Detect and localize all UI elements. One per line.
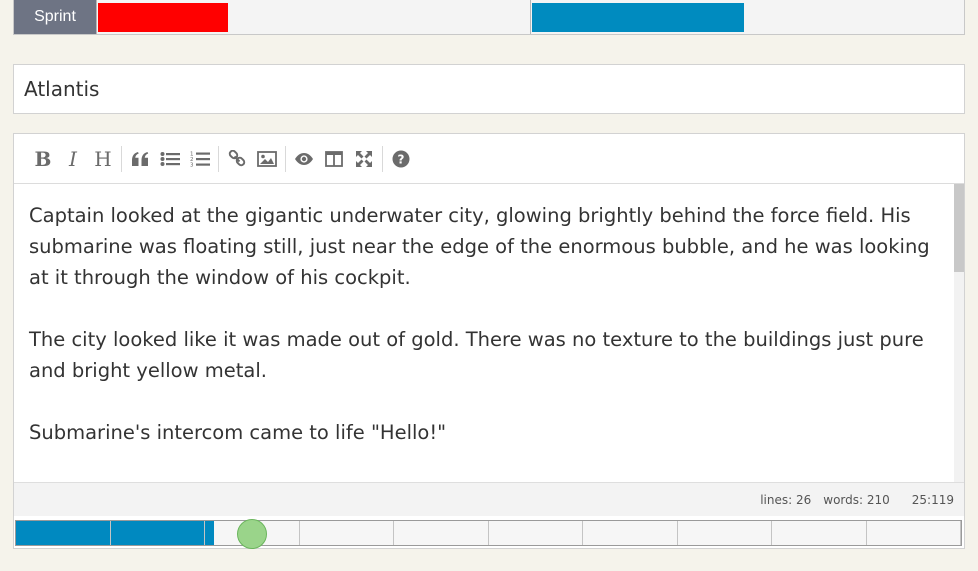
progress-segment xyxy=(299,521,394,545)
italic-button[interactable]: I xyxy=(58,144,88,174)
markdown-editor: B I H 123 ? Captain looked at the gigant… xyxy=(13,133,965,549)
editor-text[interactable]: Captain looked at the gigantic underwate… xyxy=(14,184,964,448)
editor-paragraph: The city looked like it was made out of … xyxy=(29,328,924,382)
sprint-progress-fill-1 xyxy=(98,3,228,32)
bold-button[interactable]: B xyxy=(28,144,58,174)
ordered-list-icon: 123 xyxy=(190,151,210,168)
title-input[interactable] xyxy=(13,64,965,114)
bold-icon: B xyxy=(34,146,52,171)
help-icon: ? xyxy=(392,150,410,167)
side-by-side-icon xyxy=(325,150,343,167)
toolbar-separator xyxy=(121,145,122,172)
editor-scrollbar[interactable] xyxy=(954,184,964,482)
sprint-bar: Sprint xyxy=(13,0,965,35)
toolbar-separator xyxy=(285,145,286,172)
progress-segment xyxy=(772,521,867,545)
progress-segment-fill xyxy=(16,521,110,545)
progress-segment xyxy=(488,521,583,545)
svg-text:3: 3 xyxy=(190,162,194,168)
heading-icon: H xyxy=(94,146,112,171)
unordered-list-button[interactable] xyxy=(155,144,185,174)
progress-segment xyxy=(583,521,678,545)
progress-segment xyxy=(110,521,205,545)
editor-scrollbar-thumb[interactable] xyxy=(954,184,964,272)
ordered-list-button[interactable]: 123 xyxy=(185,144,215,174)
unordered-list-icon xyxy=(160,151,180,166)
link-icon xyxy=(228,149,246,166)
toolbar-separator xyxy=(218,145,219,172)
fullscreen-icon xyxy=(356,150,372,167)
image-icon xyxy=(257,150,277,167)
fullscreen-button[interactable] xyxy=(349,144,379,174)
editor-paragraph: Captain looked at the gigantic underwate… xyxy=(29,204,930,289)
sprint-progress-track-1 xyxy=(96,0,530,34)
editor-toolbar: B I H 123 ? xyxy=(14,134,964,184)
progress-segment xyxy=(677,521,772,545)
heading-button[interactable]: H xyxy=(88,144,118,174)
editor-paragraph: Submarine's intercom came to life "Hello… xyxy=(29,421,447,444)
side-by-side-button[interactable] xyxy=(319,144,349,174)
progress-segment-fill xyxy=(205,521,215,545)
sprint-progress-fill-2 xyxy=(532,3,745,32)
editor-status-bar: lines: 26 words: 210 25:119 xyxy=(14,482,964,516)
progress-segment-fill xyxy=(110,521,204,545)
editor-text-area[interactable]: Captain looked at the gigantic underwate… xyxy=(14,184,964,482)
preview-icon xyxy=(295,152,313,165)
italic-icon: I xyxy=(69,146,77,171)
line-count: lines: 26 xyxy=(760,492,812,507)
word-count: words: 210 xyxy=(823,492,890,507)
sprint-label: Sprint xyxy=(14,0,96,34)
help-button[interactable]: ? xyxy=(386,144,416,174)
image-button[interactable] xyxy=(252,144,282,174)
quote-button[interactable] xyxy=(125,144,155,174)
quote-icon xyxy=(132,151,149,166)
word-goal-progress-bar xyxy=(15,519,962,549)
sprint-progress-track-2 xyxy=(530,0,964,34)
progress-segment xyxy=(16,521,111,545)
svg-text:?: ? xyxy=(398,152,405,166)
toolbar-separator xyxy=(382,145,383,172)
link-button[interactable] xyxy=(222,144,252,174)
preview-button[interactable] xyxy=(289,144,319,174)
progress-segment xyxy=(394,521,489,545)
progress-segment xyxy=(866,521,961,545)
cursor-position: 25:119 xyxy=(911,492,954,507)
